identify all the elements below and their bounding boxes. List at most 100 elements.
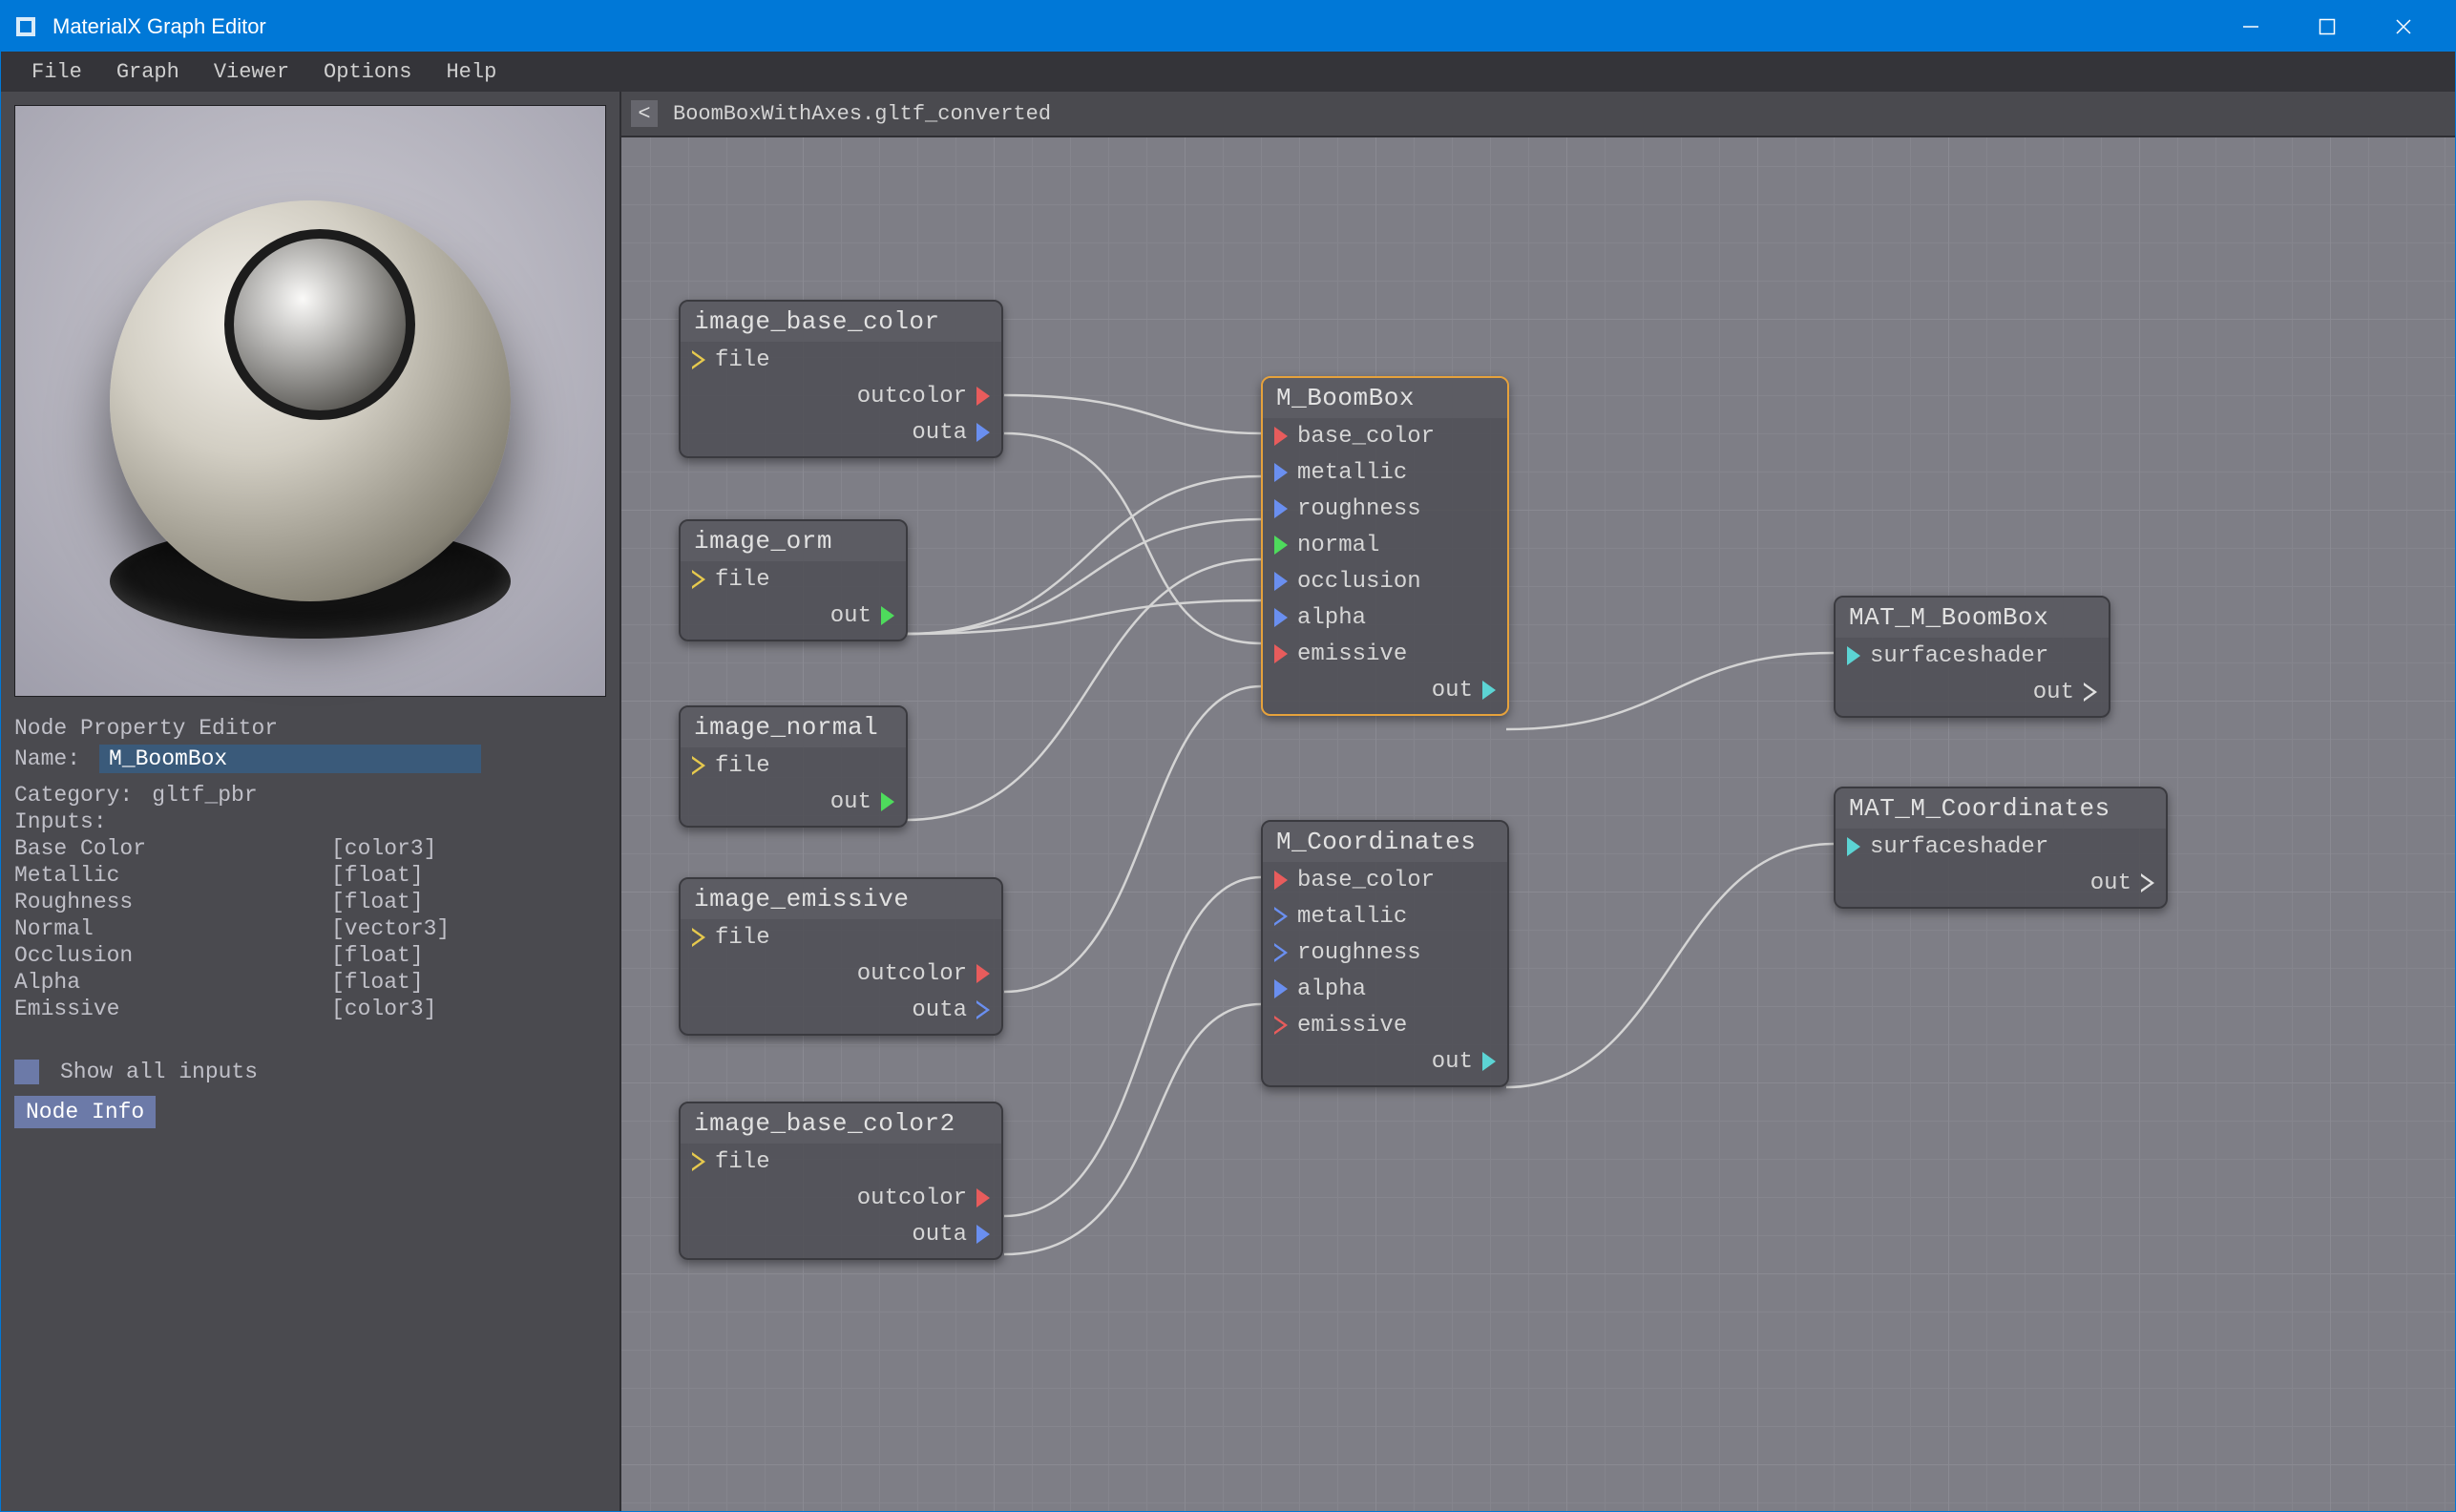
- minimize-button[interactable]: [2213, 1, 2289, 52]
- category-value: gltf_pbr: [152, 783, 257, 808]
- node-title: MAT_M_Coordinates: [1836, 788, 2166, 829]
- port-out-icon[interactable]: [976, 1000, 990, 1019]
- node-image-orm[interactable]: image_orm file out: [679, 519, 908, 641]
- show-all-inputs-checkbox[interactable]: [14, 1060, 39, 1084]
- port-label: emissive: [1297, 641, 1407, 667]
- port-label: base_color: [1297, 868, 1435, 893]
- input-type: [float]: [331, 943, 424, 968]
- port-label: out: [2033, 680, 2074, 705]
- port-in-icon[interactable]: [1274, 463, 1288, 482]
- name-label: Name:: [14, 746, 80, 771]
- input-label[interactable]: Normal: [14, 916, 320, 941]
- material-preview[interactable]: [14, 105, 606, 697]
- port-label: metallic: [1297, 904, 1407, 930]
- port-out-icon[interactable]: [881, 792, 894, 811]
- window-title: MaterialX Graph Editor: [52, 14, 266, 39]
- node-m-boombox[interactable]: M_BoomBox base_color metallic roughness …: [1261, 376, 1509, 716]
- node-mat-m-coordinates[interactable]: MAT_M_Coordinates surfaceshader out: [1834, 787, 2168, 909]
- graph-back-button[interactable]: <: [631, 100, 658, 127]
- port-in-icon[interactable]: [692, 928, 705, 947]
- input-label[interactable]: Metallic: [14, 863, 320, 888]
- port-in-icon[interactable]: [1274, 644, 1288, 663]
- port-label: file: [715, 753, 770, 779]
- node-title: image_normal: [681, 707, 906, 747]
- port-in-icon[interactable]: [1274, 572, 1288, 591]
- titlebar[interactable]: MaterialX Graph Editor: [1, 1, 2455, 52]
- node-title: image_emissive: [681, 879, 1001, 919]
- name-field[interactable]: M_BoomBox: [99, 745, 481, 773]
- input-label[interactable]: Base Color: [14, 836, 320, 861]
- port-label: alpha: [1297, 605, 1366, 631]
- port-label: base_color: [1297, 424, 1435, 450]
- node-image-emissive[interactable]: image_emissive file outcolor outa: [679, 877, 1003, 1036]
- menubar: File Graph Viewer Options Help: [1, 52, 2455, 92]
- port-label: out: [830, 789, 871, 815]
- port-out-icon[interactable]: [1482, 681, 1496, 700]
- port-label: outa: [912, 998, 967, 1023]
- menu-options[interactable]: Options: [306, 54, 429, 90]
- port-out-icon[interactable]: [881, 606, 894, 625]
- menu-help[interactable]: Help: [429, 54, 514, 90]
- node-property-editor: Node Property Editor Name: M_BoomBox Cat…: [1, 710, 619, 1511]
- port-out-icon[interactable]: [2141, 873, 2154, 892]
- port-out-icon[interactable]: [1482, 1052, 1496, 1071]
- port-out-icon[interactable]: [976, 964, 990, 983]
- port-label: out: [1432, 1049, 1473, 1075]
- node-image-base-color[interactable]: image_base_color file outcolor outa: [679, 300, 1003, 458]
- node-title: image_orm: [681, 521, 906, 561]
- port-label: roughness: [1297, 496, 1421, 522]
- menu-viewer[interactable]: Viewer: [197, 54, 306, 90]
- port-in-icon[interactable]: [1274, 907, 1288, 926]
- left-panel: Node Property Editor Name: M_BoomBox Cat…: [1, 92, 621, 1511]
- category-label: Category:: [14, 783, 133, 808]
- port-in-icon[interactable]: [692, 1152, 705, 1171]
- input-label[interactable]: Occlusion: [14, 943, 320, 968]
- input-label[interactable]: Roughness: [14, 890, 320, 914]
- port-out-icon[interactable]: [976, 423, 990, 442]
- input-type: [float]: [331, 890, 424, 914]
- input-label[interactable]: Emissive: [14, 997, 320, 1021]
- node-image-normal[interactable]: image_normal file out: [679, 705, 908, 828]
- port-in-icon[interactable]: [692, 350, 705, 369]
- port-in-icon[interactable]: [1274, 943, 1288, 962]
- node-info-button[interactable]: Node Info: [14, 1096, 156, 1128]
- close-button[interactable]: [2365, 1, 2442, 52]
- port-label: surfaceshader: [1870, 834, 2048, 860]
- port-label: outcolor: [857, 384, 967, 410]
- port-in-icon[interactable]: [1847, 837, 1860, 856]
- maximize-button[interactable]: [2289, 1, 2365, 52]
- port-label: alpha: [1297, 976, 1366, 1002]
- port-label: file: [715, 925, 770, 951]
- app-icon: [12, 13, 39, 40]
- port-out-icon[interactable]: [976, 387, 990, 406]
- port-out-icon[interactable]: [976, 1225, 990, 1244]
- port-in-icon[interactable]: [692, 570, 705, 589]
- graph-area: < BoomBoxWithAxes.gltf_converted: [621, 92, 2455, 1511]
- port-in-icon[interactable]: [692, 756, 705, 775]
- port-out-icon[interactable]: [976, 1188, 990, 1208]
- port-in-icon[interactable]: [1274, 427, 1288, 446]
- port-label: outcolor: [857, 1186, 967, 1211]
- node-canvas[interactable]: image_base_color file outcolor outa imag…: [621, 137, 2455, 1511]
- menu-file[interactable]: File: [14, 54, 99, 90]
- app-window: MaterialX Graph Editor File Graph Viewer…: [0, 0, 2456, 1512]
- menu-graph[interactable]: Graph: [99, 54, 197, 90]
- port-label: out: [1432, 678, 1473, 704]
- port-in-icon[interactable]: [1274, 608, 1288, 627]
- node-m-coordinates[interactable]: M_Coordinates base_color metallic roughn…: [1261, 820, 1509, 1087]
- port-label: metallic: [1297, 460, 1407, 486]
- port-out-icon[interactable]: [2084, 682, 2097, 702]
- port-in-icon[interactable]: [1274, 871, 1288, 890]
- port-label: outa: [912, 1222, 967, 1248]
- node-image-base-color2[interactable]: image_base_color2 file outcolor outa: [679, 1102, 1003, 1260]
- input-label[interactable]: Alpha: [14, 970, 320, 995]
- node-mat-m-boombox[interactable]: MAT_M_BoomBox surfaceshader out: [1834, 596, 2110, 718]
- port-in-icon[interactable]: [1847, 646, 1860, 665]
- port-in-icon[interactable]: [1274, 979, 1288, 998]
- port-in-icon[interactable]: [1274, 536, 1288, 555]
- inputs-header: Inputs:: [14, 809, 606, 834]
- port-in-icon[interactable]: [1274, 499, 1288, 518]
- preview-sphere: [110, 200, 511, 601]
- port-label: out: [830, 603, 871, 629]
- port-in-icon[interactable]: [1274, 1016, 1288, 1035]
